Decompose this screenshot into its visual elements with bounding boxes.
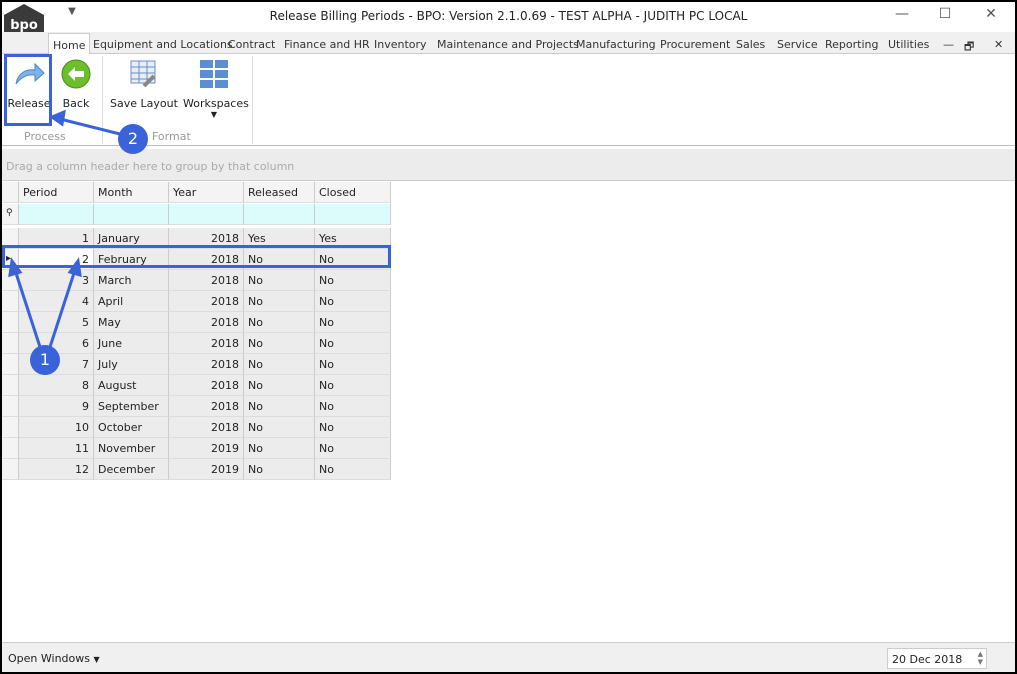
- annotation-box-release: [4, 54, 52, 126]
- annotation-marker-2: 2: [118, 124, 148, 154]
- annotation-marker-1: 1: [30, 345, 60, 375]
- annotation-box-row: [2, 245, 391, 268]
- annotation-layer: [8, 109, 121, 348]
